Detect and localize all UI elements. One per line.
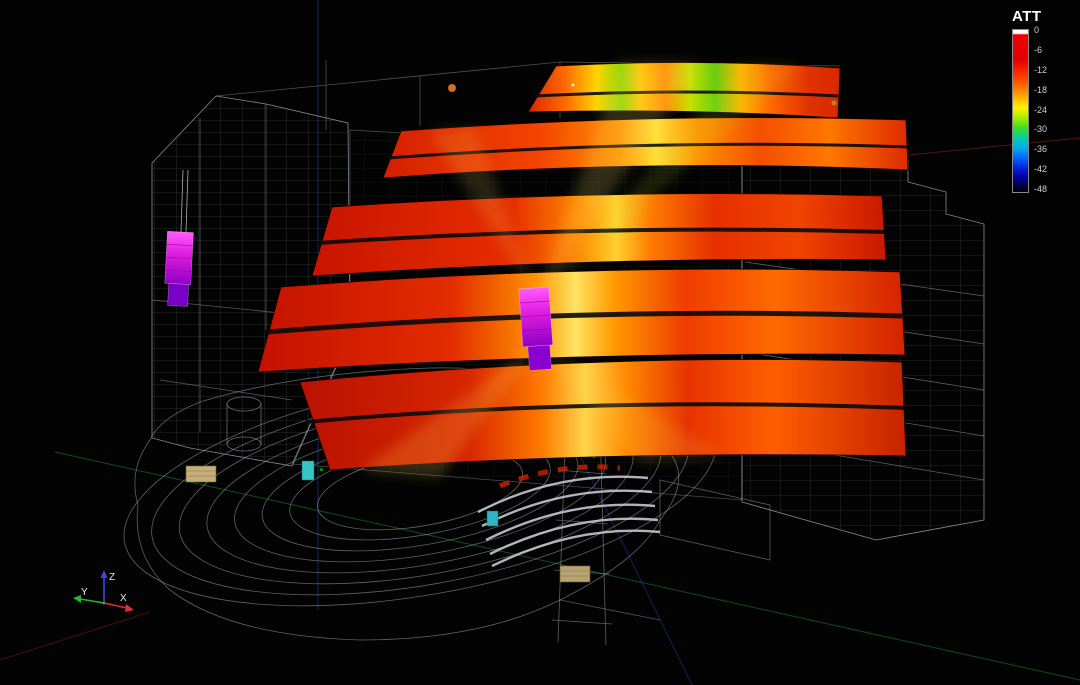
legend-title: ATT <box>1012 8 1068 25</box>
x-axis-arrowhead <box>125 604 134 612</box>
z-axis-arrowhead <box>101 570 108 578</box>
legend-tick: 0 <box>1034 26 1047 35</box>
y-axis-arrowhead <box>73 595 81 603</box>
legend-colorbar <box>1012 29 1029 193</box>
3d-viewport[interactable]: Z Y X ATT 0 -6 -12 -18 -24 -30 -36 -42 -… <box>0 0 1080 685</box>
legend-tick: -18 <box>1034 86 1047 95</box>
legend-tick: -6 <box>1034 46 1047 55</box>
y-axis-arrow <box>80 599 104 603</box>
axis-gizmo[interactable]: Z Y X <box>73 570 134 612</box>
z-axis-label: Z <box>109 572 115 583</box>
legend-tick-labels: 0 -6 -12 -18 -24 -30 -36 -42 -48 <box>1034 26 1047 194</box>
legend-tick: -24 <box>1034 106 1047 115</box>
world-x-axis-negative <box>0 612 150 660</box>
y-axis-label: Y <box>81 587 88 598</box>
scene-canvas: Z Y X <box>0 0 1080 685</box>
attenuation-legend: ATT 0 -6 -12 -18 -24 -30 -36 -42 -48 <box>1012 8 1068 194</box>
props[interactable] <box>186 466 590 582</box>
legend-tick: -42 <box>1034 165 1047 174</box>
legend-tick: -30 <box>1034 125 1047 134</box>
legend-tick: -48 <box>1034 185 1047 194</box>
legend-tick: -36 <box>1034 145 1047 154</box>
x-axis-label: X <box>120 593 127 604</box>
legend-tick: -12 <box>1034 66 1047 75</box>
